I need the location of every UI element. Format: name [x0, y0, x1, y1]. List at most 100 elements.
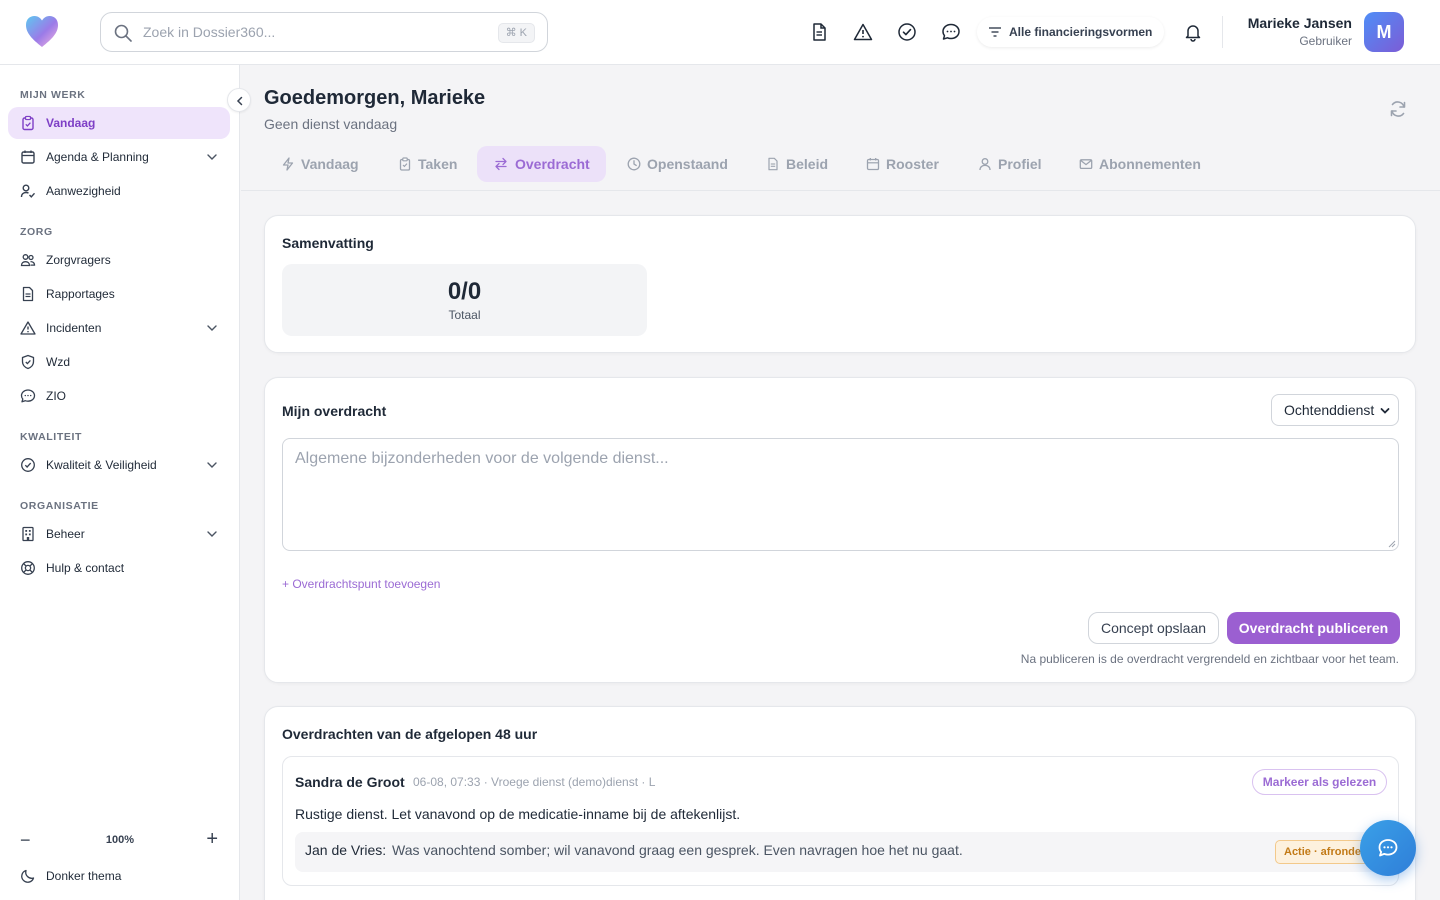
handover-point: Jan de Vries: Was vanochtend somber; wil… [295, 832, 1387, 872]
sidebar-item-agenda-planning[interactable]: Agenda & Planning [8, 141, 230, 173]
refresh-icon[interactable] [1388, 99, 1408, 119]
publish-note: Na publiceren is de overdracht vergrende… [1020, 652, 1399, 666]
summary-total-label: Totaal [448, 308, 481, 322]
sidebar-item-kwaliteit-veiligheid[interactable]: Kwaliteit & Veiligheid [8, 449, 230, 481]
resize-grip-icon[interactable] [1388, 540, 1396, 548]
swap-icon [495, 157, 507, 171]
sidebar-item-incidenten[interactable]: Incidenten [8, 312, 230, 344]
tab-label: Beleid [786, 156, 829, 172]
sidebar-item-label: Agenda & Planning [46, 150, 149, 164]
tab-label: Profiel [998, 156, 1042, 172]
sidebar-item-label: Aanwezigheid [46, 184, 121, 198]
search-shortcut: ⌘ K [497, 23, 535, 43]
clipboard-icon [22, 115, 34, 131]
bell-icon[interactable] [1183, 22, 1203, 42]
shift-select-value: Ochtenddienst [1284, 402, 1375, 418]
tab-label: Overdracht [515, 156, 590, 172]
publish-button[interactable]: Overdracht publiceren [1227, 612, 1400, 644]
page-subtitle: Geen dienst vandaag [264, 116, 398, 132]
shield-icon [21, 354, 35, 370]
header-divider [1222, 16, 1223, 48]
tab-vandaag[interactable]: Vandaag [277, 146, 377, 182]
sidebar-item-label: Vandaag [46, 116, 96, 130]
warning-icon[interactable] [853, 22, 873, 42]
sidebar-item-label: Wzd [46, 355, 70, 369]
user-icon [979, 158, 991, 171]
calendar-icon [866, 158, 880, 171]
sidebar-item-wzd[interactable]: Wzd [8, 346, 230, 378]
document-icon[interactable] [809, 22, 829, 42]
avatar[interactable]: M [1364, 12, 1404, 52]
mark-as-read-button[interactable]: Markeer als gelezen [1252, 769, 1387, 795]
sidebar: MIJN WERK Vandaag Agenda & Planning Aanw… [0, 65, 240, 900]
my-handover-title: Mijn overdracht [282, 403, 387, 419]
handover-meta: 06-08, 07:33 · Vroege dienst (demo)diens… [413, 775, 656, 789]
sidebar-item-hulp-contact[interactable]: Hulp & contact [8, 552, 230, 584]
summary-title: Samenvatting [282, 235, 374, 251]
dark-theme-toggle[interactable]: Donker thema [8, 860, 230, 892]
sidebar-item-label: Incidenten [46, 321, 102, 335]
chat-icon [20, 389, 36, 403]
sidebar-item-label: Kwaliteit & Veiligheid [46, 458, 157, 472]
add-handover-point-link[interactable]: + Overdrachtspunt toevoegen [282, 577, 440, 591]
warning-icon [20, 321, 36, 335]
sidebar-collapse-button[interactable] [227, 88, 251, 112]
zoom-control: − 100% + [0, 829, 240, 850]
check-circle-icon[interactable] [897, 22, 917, 42]
section-title-organisatie: ORGANISATIE [20, 500, 99, 512]
chevron-down-icon [207, 154, 217, 160]
tab-beleid[interactable]: Beleid [762, 146, 842, 182]
sidebar-item-label: ZIO [46, 389, 66, 403]
chevron-down-icon [207, 531, 217, 537]
moon-icon [21, 869, 35, 883]
tab-taken[interactable]: Taken [394, 146, 474, 182]
check-circle-icon [21, 458, 35, 472]
sidebar-item-label: Hulp & contact [46, 561, 125, 575]
recent-handovers-card: Overdrachten van de afgelopen 48 uur San… [264, 706, 1416, 900]
zoom-level: 100% [105, 834, 135, 846]
sidebar-item-rapportages[interactable]: Rapportages [8, 278, 230, 310]
search-bar[interactable]: Zoek in Dossier360... ⌘ K [100, 12, 548, 52]
handover-textarea-placeholder: Algemene bijzonderheden voor de volgende… [295, 450, 669, 467]
tab-openstaand[interactable]: Openstaand [623, 146, 743, 182]
document-icon [22, 286, 34, 302]
tab-overdracht[interactable]: Overdracht [477, 146, 606, 182]
section-title-zorg: ZORG [20, 226, 53, 238]
finance-filter-button[interactable]: Alle financieringsvormen [977, 17, 1165, 47]
save-draft-button[interactable]: Concept opslaan [1088, 612, 1219, 644]
tab-profiel[interactable]: Profiel [974, 146, 1064, 182]
search-icon [114, 24, 132, 42]
calendar-icon [21, 150, 35, 164]
chevron-left-icon [236, 96, 243, 106]
handover-point-client: Jan de Vries: [305, 842, 387, 858]
sidebar-item-vandaag[interactable]: Vandaag [8, 107, 230, 139]
search-input[interactable]: Zoek in Dossier360... [143, 24, 275, 40]
sidebar-item-zorgvragers[interactable]: Zorgvragers [8, 244, 230, 276]
tab-rooster[interactable]: Rooster [862, 146, 962, 182]
tab-label: Taken [418, 156, 458, 172]
handover-textarea[interactable]: Algemene bijzonderheden voor de volgende… [282, 438, 1399, 551]
chat-icon [1378, 839, 1398, 857]
user-check-icon [20, 184, 36, 198]
zoom-in-button[interactable]: + [206, 829, 218, 849]
sidebar-item-label: Rapportages [46, 287, 115, 301]
my-handover-card: Mijn overdracht Ochtenddienst Algemene b… [264, 377, 1416, 683]
chat-icon[interactable] [941, 22, 961, 42]
sidebar-item-label: Beheer [46, 527, 85, 541]
tab-abonnementen[interactable]: Abonnementen [1075, 146, 1215, 182]
bolt-icon [282, 157, 294, 171]
chevron-down-icon [1380, 408, 1390, 414]
sidebar-item-aanwezigheid[interactable]: Aanwezigheid [8, 175, 230, 207]
lifebuoy-icon [21, 561, 35, 575]
sidebar-item-zio[interactable]: ZIO [8, 380, 230, 412]
section-title-kwaliteit: KWALITEIT [20, 431, 82, 443]
logo-heart-icon[interactable] [24, 14, 60, 50]
chat-fab-button[interactable] [1360, 820, 1416, 876]
handover-text: Rustige dienst. Let vanavond op de medic… [295, 806, 741, 822]
dark-theme-label: Donker thema [46, 869, 122, 883]
handover-author: Sandra de Groot [295, 774, 405, 790]
finance-filter-label: Alle financieringsvormen [1009, 25, 1153, 39]
sidebar-item-beheer[interactable]: Beheer [8, 518, 230, 550]
summary-card: Samenvatting 0/0 Totaal [264, 215, 1416, 353]
shift-select[interactable]: Ochtenddienst [1271, 394, 1399, 426]
